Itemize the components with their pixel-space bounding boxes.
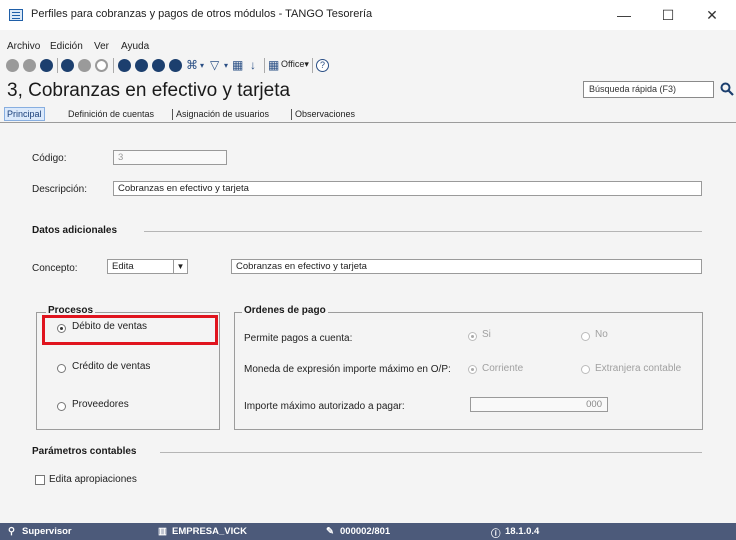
first-record-icon[interactable] [118,59,131,72]
status-user: Supervisor [22,526,72,537]
permite-pagos-label: Permite pagos a cuenta: [244,333,353,344]
si-label: Si [482,329,491,340]
office-icon: ▦ [268,58,280,72]
accept-icon[interactable] [6,59,19,72]
tab-bar: Principal Definición de cuentas Asignaci… [0,106,736,123]
tab-definicion-de-cuentas[interactable]: Definición de cuentas [68,108,154,122]
parametros-contables-heading: Parámetros contables [32,446,137,457]
edita-apropiaciones-label[interactable]: Edita apropiaciones [49,474,137,485]
status-bar: ⚲ Supervisor ▥ EMPRESA_VICK ✎ 000002/801… [0,523,736,540]
toolbar-separator [57,58,58,73]
tab-separator [291,109,292,120]
toolbar-separator [264,58,265,73]
chevron-down-icon[interactable]: ▼ [173,259,188,274]
toolbar-separator [312,58,313,73]
tab-separator [172,109,173,120]
credito-radio[interactable] [57,364,66,373]
grid-icon[interactable]: ▦ [232,57,243,74]
descripcion-label: Descripción: [32,184,88,195]
add-icon[interactable] [40,59,53,72]
close-button[interactable]: ✕ [700,6,724,24]
office-caret-icon: ▾ [304,59,309,69]
no-radio[interactable] [581,332,590,341]
importe-maximo-label: Importe máximo autorizado a pagar: [244,401,405,412]
datos-adicionales-heading: Datos adicionales [32,225,118,236]
concepto-text-field[interactable]: Cobranzas en efectivo y tarjeta [231,259,702,274]
divider [160,452,702,453]
tab-asignacion-de-usuarios[interactable]: Asignación de usuarios [176,108,269,122]
help-icon[interactable]: ? [316,59,329,72]
cancel-icon[interactable] [23,59,36,72]
title-bar: Perfiles para cobranzas y pagos de otros… [0,0,736,30]
importe-maximo-field[interactable]: 000 [470,397,608,412]
codigo-label: Código: [32,153,67,164]
office-label: Office [281,59,305,69]
office-button[interactable]: Office▾ [281,59,309,70]
tab-principal[interactable]: Principal [4,107,45,121]
record-title: 3, Cobranzas en efectivo y tarjeta [7,80,291,101]
toolbar-separator [113,58,114,73]
quick-search-input[interactable]: Búsqueda rápida (F3) [583,81,714,98]
corriente-label: Corriente [482,363,524,374]
filter-icon[interactable]: ▽ [210,57,219,74]
toolbar: ⌘ ▾ ▽ ▾ ▦ ↓ ▦ Office▾ ? [0,57,736,75]
moneda-label: Moneda de expresión importe máximo en O/… [244,364,451,375]
concepto-label: Concepto: [32,263,78,274]
caret-icon[interactable]: ▾ [200,57,204,74]
si-radio[interactable] [468,332,477,341]
codigo-field[interactable]: 3 [113,150,227,165]
menu-bar: Archivo Edición Ver Ayuda [0,41,736,57]
extranjera-radio[interactable] [581,365,590,374]
extranjera-label: Extranjera contable [595,363,682,374]
status-license: 000002/801 [340,526,391,537]
company-icon: ▥ [158,526,167,537]
menu-ver[interactable]: Ver [94,41,109,52]
credito-label[interactable]: Crédito de ventas [72,361,150,372]
divider [144,231,702,232]
status-company: EMPRESA_VICK [172,526,247,537]
search-icon[interactable] [720,82,734,96]
proveedores-radio[interactable] [57,402,66,411]
menu-archivo[interactable]: Archivo [7,41,40,52]
tab-observaciones[interactable]: Observaciones [295,108,355,122]
minimize-button[interactable]: — [612,6,636,24]
status-version: 18.1.0.4 [505,526,540,537]
form-content: Código: 3 Descripción: Cobranzas en efec… [0,124,736,523]
previous-record-icon[interactable] [135,59,148,72]
next-record-icon[interactable] [152,59,165,72]
app-icon [9,9,23,21]
caret-icon[interactable]: ▾ [224,57,228,74]
highlight-box [42,315,218,345]
info-icon: ⓘ [491,529,501,540]
sort-icon[interactable]: ↓ [250,57,256,74]
last-record-icon[interactable] [169,59,182,72]
refresh-icon[interactable] [95,59,108,72]
delete-icon[interactable] [61,59,74,72]
corriente-radio[interactable] [468,365,477,374]
binoculars-icon[interactable]: ⌘ [186,57,198,74]
license-icon: ✎ [326,526,334,537]
edit-icon[interactable] [78,59,91,72]
descripcion-field[interactable]: Cobranzas en efectivo y tarjeta [113,181,702,196]
menu-ayuda[interactable]: Ayuda [121,41,149,52]
record-header: 3, Cobranzas en efectivo y tarjeta Búsqu… [0,78,736,102]
concepto-select[interactable]: Edita [107,259,174,274]
edita-apropiaciones-checkbox[interactable] [35,475,45,485]
menu-edicion[interactable]: Edición [50,41,83,52]
user-icon: ⚲ [8,526,15,537]
window-title: Perfiles para cobranzas y pagos de otros… [31,8,373,20]
maximize-button[interactable]: ☐ [656,6,680,24]
no-label: No [595,329,608,340]
ordenes-title: Ordenes de pago [242,305,328,316]
proveedores-label[interactable]: Proveedores [72,399,129,410]
